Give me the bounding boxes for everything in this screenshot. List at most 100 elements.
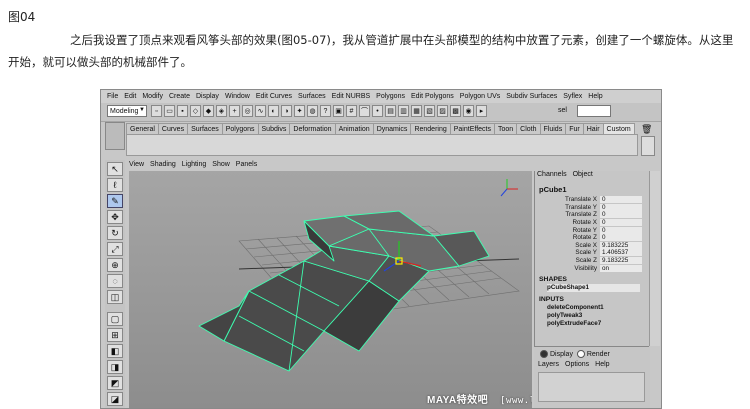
snap-curve-icon[interactable]: ⌒ xyxy=(359,105,370,117)
attr-name[interactable]: Scale Y xyxy=(535,249,600,256)
handle-mask-icon[interactable]: + xyxy=(229,105,240,117)
open-scene-icon[interactable]: ▭ xyxy=(164,105,175,117)
menu-subdiv-surfaces[interactable]: Subdiv Surfaces xyxy=(506,93,557,100)
hypershade-layout-icon[interactable]: ◩ xyxy=(107,376,123,390)
attr-name[interactable]: Visibility xyxy=(535,265,600,272)
save-scene-icon[interactable]: ▪ xyxy=(177,105,188,117)
menu-polygons[interactable]: Polygons xyxy=(376,93,405,100)
attr-value[interactable]: 9.183225 xyxy=(600,241,642,249)
channel-box-object-name[interactable]: pCube1 xyxy=(539,185,650,194)
select-object-icon[interactable]: ◆ xyxy=(203,105,214,117)
four-view-layout-icon[interactable]: ⊞ xyxy=(107,328,123,342)
single-perspective-layout-icon[interactable]: ▢ xyxy=(107,312,123,326)
attr-value[interactable]: on xyxy=(600,264,642,272)
attr-value[interactable]: 0 xyxy=(600,219,642,227)
attr-name[interactable]: Rotate Z xyxy=(535,234,600,241)
channel-box-tab-channels[interactable]: Channels xyxy=(537,171,567,181)
shelf-scroll-button[interactable] xyxy=(641,136,655,156)
menu-create[interactable]: Create xyxy=(169,93,190,100)
menu-help[interactable]: Help xyxy=(588,93,602,100)
channel-box-scrollbar[interactable] xyxy=(649,171,660,346)
attr-value[interactable]: 0 xyxy=(600,234,642,242)
menu-surfaces[interactable]: Surfaces xyxy=(298,93,326,100)
select-hierarchy-icon[interactable]: ◇ xyxy=(190,105,201,117)
move-tool-icon[interactable]: ✥ xyxy=(107,210,123,224)
menu-set-select[interactable]: Modeling ▼ xyxy=(107,105,147,117)
display-radio[interactable] xyxy=(540,350,548,358)
persp-graph-layout-icon[interactable]: ◨ xyxy=(107,360,123,374)
layer-menu-layers[interactable]: Layers xyxy=(538,361,559,368)
perspective-viewport[interactable]: MAYA特效吧 [www.linecg.com/tieba/1745] xyxy=(129,171,532,408)
menu-edit-curves[interactable]: Edit Curves xyxy=(256,93,292,100)
menu-display[interactable]: Display xyxy=(196,93,219,100)
menu-polygon-uvs[interactable]: Polygon UVs xyxy=(460,93,500,100)
layer-menu-options[interactable]: Options xyxy=(565,361,589,368)
panel-menu-show[interactable]: Show xyxy=(212,161,230,171)
render-radio[interactable] xyxy=(576,350,585,358)
panel-menu-view[interactable]: View xyxy=(129,161,144,171)
trash-icon[interactable]: 🗑 xyxy=(641,124,652,135)
persp-outliner-layout-icon[interactable]: ◧ xyxy=(107,344,123,358)
attr-value[interactable]: 0 xyxy=(600,226,642,234)
lasso-tool-icon[interactable]: ℓ xyxy=(107,178,123,192)
attr-name[interactable]: Rotate X xyxy=(535,219,600,226)
attr-value[interactable]: 9.183225 xyxy=(600,257,642,265)
curve-mask-icon[interactable]: ∿ xyxy=(255,105,266,117)
attr-value[interactable]: 1.406537 xyxy=(600,249,642,257)
attr-name[interactable]: Translate Z xyxy=(535,211,600,218)
channel-box-tab-object[interactable]: Object xyxy=(573,171,593,181)
menu-modify[interactable]: Modify xyxy=(142,93,163,100)
shelf-options-button[interactable] xyxy=(105,122,125,150)
make-live-icon[interactable]: ▥ xyxy=(398,105,409,117)
extra-layout-icon[interactable]: ◪ xyxy=(107,392,123,406)
render-mask-icon[interactable]: ◍ xyxy=(307,105,318,117)
ipr-render-icon[interactable]: ▨ xyxy=(437,105,448,117)
attr-name[interactable]: Translate X xyxy=(535,196,600,203)
snap-point-icon[interactable]: • xyxy=(372,105,383,117)
panel-menu-shading[interactable]: Shading xyxy=(150,161,176,171)
manipulator-tool-icon[interactable]: ⊕ xyxy=(107,258,123,272)
dynamics-mask-icon[interactable]: ✦ xyxy=(294,105,305,117)
select-component-icon[interactable]: ◈ xyxy=(216,105,227,117)
input-node[interactable]: deleteComponent1 xyxy=(547,304,650,312)
menu-edit-nurbs[interactable]: Edit NURBS xyxy=(332,93,371,100)
attr-value[interactable]: 0 xyxy=(600,211,642,219)
layer-menu-help[interactable]: Help xyxy=(595,361,609,368)
input-line-icon[interactable]: ▸ xyxy=(476,105,487,117)
panel-menu-panels[interactable]: Panels xyxy=(236,161,257,171)
snap-view-plane-icon[interactable]: ▤ xyxy=(385,105,396,117)
menu-file[interactable]: File xyxy=(107,93,118,100)
joint-mask-icon[interactable]: ◎ xyxy=(242,105,253,117)
history-icon[interactable]: ▦ xyxy=(411,105,422,117)
menu-edit-polygons[interactable]: Edit Polygons xyxy=(411,93,454,100)
attr-name[interactable]: Scale X xyxy=(535,242,600,249)
layer-list[interactable] xyxy=(538,372,645,402)
panel-menu-lighting[interactable]: Lighting xyxy=(182,161,207,171)
menu-window[interactable]: Window xyxy=(225,93,250,100)
last-tool-icon[interactable]: ◫ xyxy=(107,290,123,304)
snap-grid-icon[interactable]: # xyxy=(346,105,357,117)
new-scene-icon[interactable]: ▫ xyxy=(151,105,162,117)
misc-mask-icon[interactable]: ? xyxy=(320,105,331,117)
render-frame-icon[interactable]: ▧ xyxy=(424,105,435,117)
attr-name[interactable]: Rotate Y xyxy=(535,227,600,234)
scale-tool-icon[interactable]: ⤢ xyxy=(107,242,123,256)
hypershade-icon[interactable]: ◉ xyxy=(463,105,474,117)
surface-mask-icon[interactable]: ◐ xyxy=(268,105,279,117)
rotate-tool-icon[interactable]: ↻ xyxy=(107,226,123,240)
attr-value[interactable]: 0 xyxy=(600,203,642,211)
soft-mod-tool-icon[interactable]: ◌ xyxy=(107,274,123,288)
attr-name[interactable]: Scale Z xyxy=(535,257,600,264)
select-tool-icon[interactable]: ↖ xyxy=(107,162,123,176)
input-node[interactable]: polyExtrudeFace7 xyxy=(547,320,650,328)
menu-syflex[interactable]: Syflex xyxy=(563,93,582,100)
attr-name[interactable]: Translate Y xyxy=(535,204,600,211)
render-globals-icon[interactable]: ▩ xyxy=(450,105,461,117)
input-node[interactable]: polyTweak3 xyxy=(547,312,650,320)
paint-select-tool-icon[interactable]: ✎ xyxy=(107,194,123,208)
quick-select-field[interactable] xyxy=(577,105,611,117)
shape-node[interactable]: pCubeShape1 xyxy=(547,283,640,292)
menu-edit[interactable]: Edit xyxy=(124,93,136,100)
attr-value[interactable]: 0 xyxy=(600,196,642,204)
deform-mask-icon[interactable]: ◑ xyxy=(281,105,292,117)
